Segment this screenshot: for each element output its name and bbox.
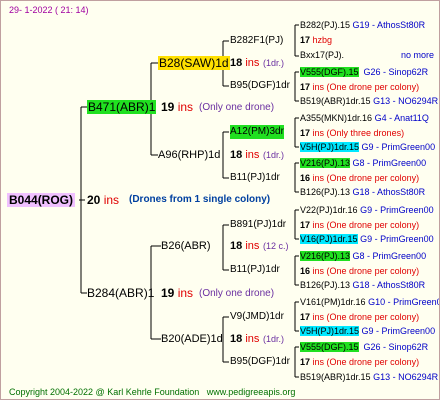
l2-2-id[interactable]: B26(ABR) [161, 239, 211, 253]
l2-1-ins: 18 ins [230, 149, 260, 161]
l3-7-id[interactable]: B95(DGF)1dr [230, 355, 290, 369]
l4-4: 17 ins (One drone per colony) [300, 82, 420, 92]
l4-12[interactable]: V22(PJ)1dr.16 G9 - PrimGreen00 [300, 203, 434, 217]
footer-copyright: Copyright 2004-2022 @ Karl Kehrle Founda… [9, 387, 296, 397]
l1-1-id[interactable]: B284(ABR)1 [87, 286, 154, 300]
l3-1-id[interactable]: B95(DGF)1dr [230, 79, 290, 93]
l4-1: 17 hzbg [300, 35, 333, 45]
l4-6[interactable]: A355(MKN)1dr.16 G4 - Anat11Q [300, 111, 429, 125]
l3-0-id[interactable]: B282F1(PJ) [230, 34, 283, 48]
l2-1-note: (1dr.) [263, 150, 285, 160]
root-note: (Drones from 1 single colony) [129, 194, 271, 205]
l4-22: 17 ins (One drone per colony) [300, 357, 420, 367]
l4-17[interactable]: B126(PJ).13 G18 - AthosSt80R [300, 278, 425, 292]
l4-21[interactable]: V555(DGF).15 G26 - Sinop62R [300, 340, 428, 354]
l4-10: 16 ins (One drone per colony) [300, 173, 420, 183]
l3-4-id[interactable]: B891(PJ)1dr [230, 218, 286, 232]
l4-2-group: no more [401, 50, 435, 60]
pedigree-chart: 29- 1-2022 ( 21: 14) B044(ROG) 20 ins (D… [0, 0, 440, 400]
l2-3-note: (1dr.) [263, 334, 285, 344]
l4-7: 17 ins (Only three drones) [300, 128, 405, 138]
footer-site-link[interactable]: www.pedigreeapis.org [207, 387, 296, 397]
l1-0-note: (Only one drone) [199, 102, 275, 113]
l4-2[interactable]: Bxx17(PJ). [300, 48, 344, 62]
l4-23[interactable]: B519(ABR)1dr.15 G13 - NO6294R [300, 370, 438, 384]
l2-2-ins: 18 ins [230, 240, 260, 252]
l4-20[interactable]: V5H(PJ)1dr.15 G9 - PrimGreen00 [300, 324, 435, 338]
l4-14[interactable]: V16(PJ)1dr.15 G9 - PrimGreen00 [300, 232, 434, 246]
l2-3-ins: 18 ins [230, 333, 260, 345]
l2-0-id[interactable]: B28(SAW)1d [158, 56, 230, 70]
l4-11[interactable]: B126(PJ).13 G18 - AthosSt80R [300, 185, 425, 199]
l4-15[interactable]: V216(PJ).13 G8 - PrimGreen00 [300, 249, 426, 263]
root-id[interactable]: B044(ROG) [7, 193, 76, 207]
l4-13: 17 ins (One drone per colony) [300, 220, 420, 230]
l1-0-id[interactable]: B471(ABR)1 [87, 100, 157, 114]
l4-0[interactable]: B282(PJ).15 G19 - AthosSt80R [300, 18, 425, 32]
l3-6-id[interactable]: V9(JMD)1dr [230, 310, 284, 324]
root-ins: 20 ins [87, 193, 120, 207]
l4-3[interactable]: V555(DGF).15 G26 - Sinop62R [300, 65, 428, 79]
l3-3-id[interactable]: B11(PJ)1dr [230, 171, 280, 185]
l2-0-note: (1dr.) [263, 58, 285, 68]
l2-3-id[interactable]: B20(ADE)1d [161, 332, 223, 346]
l4-18[interactable]: V161(PM)1dr.16 G10 - PrimGreen00 [300, 295, 439, 309]
l4-5[interactable]: B519(ABR)1dr.15 G13 - NO6294R [300, 94, 438, 108]
l4-8[interactable]: V5H(PJ)1dr.15 G9 - PrimGreen00 [300, 140, 435, 154]
l4-19: 17 ins (One drone per colony) [300, 312, 420, 322]
l2-2-note: (12 c.) [263, 241, 289, 251]
l2-0-ins: 18 ins [230, 57, 260, 69]
l1-1-note: (Only one drone) [199, 288, 275, 299]
l3-2-id[interactable]: A12(PM)3dr [230, 125, 284, 139]
l1-1-ins: 19 ins [161, 286, 194, 300]
l2-1-id[interactable]: A96(RHP)1d [158, 148, 220, 162]
l4-9[interactable]: V216(PJ).13 G8 - PrimGreen00 [300, 156, 426, 170]
l3-5-id[interactable]: B11(PJ)1dr [230, 263, 280, 277]
header-date: 29- 1-2022 ( 21: 14) [9, 5, 89, 15]
l1-0-ins: 19 ins [161, 100, 194, 114]
l4-16: 16 ins (One drone per colony) [300, 266, 420, 276]
